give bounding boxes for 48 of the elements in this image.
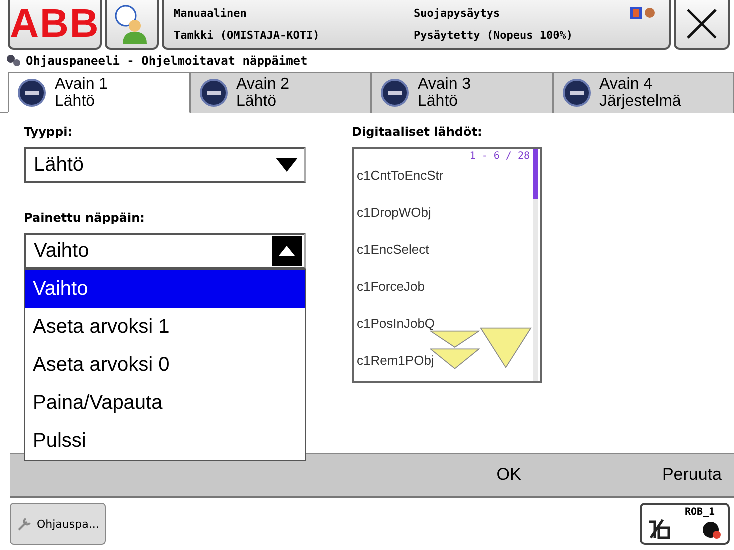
gear-icon [6, 54, 22, 68]
caret-icon [276, 158, 298, 172]
list-item[interactable]: c1DropWObj [357, 194, 432, 231]
person-info-icon [115, 4, 149, 44]
close-button[interactable] [674, 0, 730, 50]
safety-text: Suojapysäytys [414, 6, 502, 20]
cancel-button[interactable]: Peruuta [584, 464, 734, 486]
window-title: Ohjauspaneeli - Ohjelmoitavat näppäimet [26, 54, 308, 68]
mode-text: Manuaalinen [174, 6, 248, 20]
state-text: Pysäytetty (Nopeus 100%) [414, 28, 573, 42]
pressed-key-dropdown[interactable]: Vaihto [24, 233, 306, 269]
key-icon [17, 78, 47, 108]
controller-text: Tamkki (OMISTAJA-KOTI) [174, 28, 321, 42]
pressed-key-label: Painettu näppäin: [24, 211, 146, 225]
menu-item[interactable]: Pulssi [25, 422, 305, 460]
tab[interactable]: Avain 4 Järjestelmä [552, 72, 734, 113]
tab[interactable]: Avain 2 Lähtö [190, 72, 371, 113]
menu-item[interactable]: Vaihto [25, 270, 305, 308]
status-icons [629, 6, 657, 20]
type-dropdown[interactable]: Lähtö [24, 147, 306, 183]
info-button[interactable] [105, 0, 159, 50]
caret-icon [272, 236, 302, 266]
robot-status-icon [647, 518, 723, 540]
abb-logo[interactable]: ABB [8, 0, 102, 50]
menu-item[interactable]: Aseta arvoksi 1 [25, 308, 305, 346]
key-icon [562, 78, 592, 108]
status-panel[interactable]: Manuaalinen Tamkki (OMISTAJA-KOTI) Suojapysäytys Pysäytetty (Nopeus 100%) [162, 0, 671, 50]
list-item[interactable]: c1ForceJob [357, 268, 425, 305]
page-count: 1 - 6 / 28 [470, 151, 530, 162]
wrench-icon [17, 516, 33, 532]
scroll-down-icon[interactable] [480, 327, 532, 369]
list-item[interactable]: c1CntToEncStr [357, 157, 444, 194]
key-icon [198, 78, 228, 108]
ok-button[interactable]: OK [434, 464, 584, 486]
key-icon [380, 78, 410, 108]
menu-item[interactable]: Aseta arvoksi 0 [25, 346, 305, 384]
menu-item[interactable]: Paina/Vapauta [25, 384, 305, 422]
list-item[interactable]: c1Rem1PObj [357, 342, 434, 379]
outputs-label: Digitaaliset lähdöt: [352, 125, 484, 139]
taskbar-app-button[interactable]: Ohjauspa... [10, 503, 106, 545]
type-label: Tyyppi: [24, 125, 74, 139]
quickset-button[interactable]: ROB_1 [640, 503, 730, 545]
tab[interactable]: Avain 1 Lähtö [8, 72, 190, 113]
scrollbar[interactable] [533, 149, 538, 381]
list-item[interactable]: c1PosInJobQ [357, 305, 436, 342]
close-icon [685, 7, 719, 41]
tab[interactable]: Avain 3 Lähtö [371, 72, 552, 113]
list-item[interactable]: c1EncSelect [357, 231, 430, 268]
